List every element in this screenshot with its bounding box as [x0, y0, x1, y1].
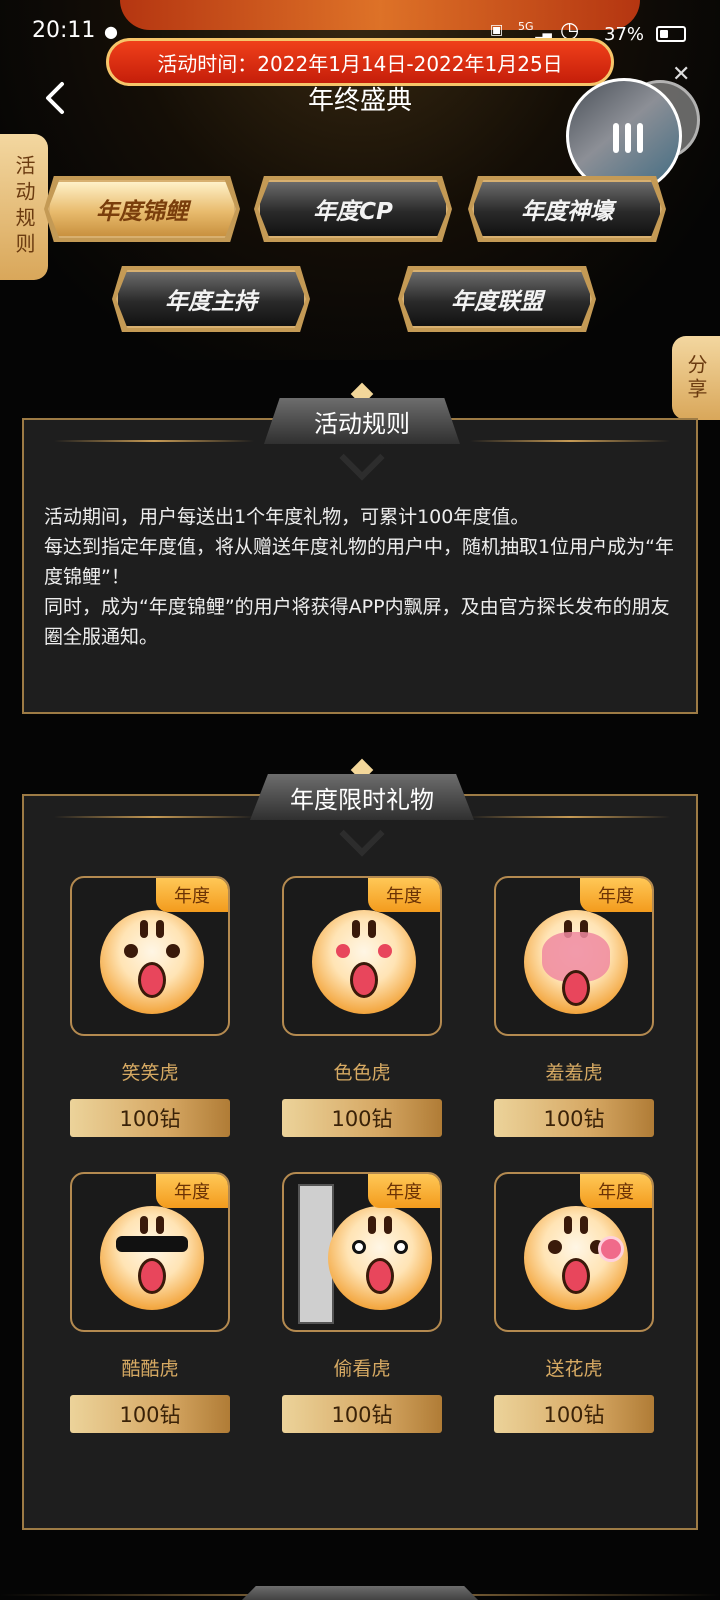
gift-price[interactable]: 100钻: [494, 1099, 654, 1137]
annual-badge: 年度: [580, 878, 652, 912]
rules-line: 同时，成为“年度锦鲤”的用户将获得APP内飘屏，及由官方探长发布的朋友圈全服通知…: [44, 596, 670, 648]
panel-ornament-line: [54, 440, 254, 442]
gift-item[interactable]: 年度 偷看虎 100钻: [282, 1172, 442, 1433]
flower-icon: [598, 1236, 624, 1262]
panel-ornament-line: [470, 816, 670, 818]
close-icon[interactable]: ✕: [672, 62, 690, 87]
next-section-header: [236, 1586, 484, 1600]
gift-price[interactable]: 100钻: [70, 1395, 230, 1433]
rules-line: 每达到指定年度值，将从赠送年度礼物的用户中，随机抽取1位用户成为“年度锦鲤”！: [44, 536, 674, 588]
annual-badge: 年度: [368, 1174, 440, 1208]
tab-tycoon[interactable]: 年度神壕: [472, 180, 662, 238]
tab-cp[interactable]: 年度CP: [258, 180, 448, 238]
gift-card[interactable]: 年度: [494, 1172, 654, 1332]
gift-item[interactable]: 年度 羞羞虎 100钻: [494, 876, 654, 1137]
side-share-label: 分享: [684, 354, 708, 402]
tab-host[interactable]: 年度主持: [116, 270, 306, 328]
peeking-tiger-icon: [328, 1206, 432, 1310]
gift-item[interactable]: 年度 酷酷虎 100钻: [70, 1172, 230, 1433]
annual-badge: 年度: [156, 878, 228, 912]
battery-level: [660, 30, 669, 38]
gift-price[interactable]: 100钻: [282, 1395, 442, 1433]
laughing-tiger-icon: [100, 910, 204, 1014]
annual-badge: 年度: [156, 1174, 228, 1208]
gift-price[interactable]: 100钻: [282, 1099, 442, 1137]
gift-item[interactable]: 年度 送花虎 100钻: [494, 1172, 654, 1433]
page-title: 年终盛典: [307, 86, 412, 116]
gift-card[interactable]: 年度: [282, 1172, 442, 1332]
sunglasses-tiger-icon: [100, 1206, 204, 1310]
tab-koi[interactable]: 年度锦鲤: [48, 180, 236, 238]
annual-badge: 年度: [580, 1174, 652, 1208]
gift-name: 送花虎: [545, 1358, 603, 1380]
annual-badge: 年度: [368, 878, 440, 912]
battery-percentage: 37%: [604, 24, 645, 45]
tab-alliance[interactable]: 年度联盟: [402, 270, 592, 328]
gift-name: 羞羞虎: [545, 1062, 603, 1084]
panel-ornament-line: [470, 440, 670, 442]
notification-icon: ●: [104, 22, 118, 41]
rules-panel: 活动规则 活动期间，用户每送出1个年度礼物，可累计100年度值。 每达到指定年度…: [22, 382, 698, 714]
shy-tiger-icon: [524, 910, 628, 1014]
gift-card[interactable]: 年度: [70, 1172, 230, 1332]
gifts-panel: 年度限时礼物 年度 笑笑虎 100钻 年度 色色虎 100钻 年度 羞羞虎 10…: [22, 758, 698, 1530]
gift-name: 色色虎: [333, 1062, 391, 1084]
pause-icon[interactable]: [613, 123, 643, 153]
gift-name: 偷看虎: [333, 1358, 391, 1380]
event-date-banner: 活动时间：2022年1月14日-2022年1月25日: [106, 38, 614, 86]
gift-name: 酷酷虎: [121, 1358, 179, 1380]
gift-name: 笑笑虎: [121, 1062, 179, 1084]
side-rules-button[interactable]: 活动规则: [0, 134, 48, 280]
flower-tiger-icon: [524, 1206, 628, 1310]
gift-price[interactable]: 100钻: [494, 1395, 654, 1433]
status-time: 20:11: [32, 18, 96, 43]
gift-price[interactable]: 100钻: [70, 1099, 230, 1137]
rules-line: 活动期间，用户每送出1个年度礼物，可累计100年度值。: [44, 506, 530, 528]
heart-eyes-tiger-icon: [312, 910, 416, 1014]
rules-text: 活动期间，用户每送出1个年度礼物，可累计100年度值。 每达到指定年度值，将从赠…: [44, 502, 680, 652]
panel-ornament-line: [54, 816, 254, 818]
chevron-left-icon: [46, 82, 64, 114]
gift-card[interactable]: 年度: [70, 876, 230, 1036]
gift-card[interactable]: 年度: [494, 876, 654, 1036]
hd-icon: ▣: [490, 22, 504, 38]
gift-card[interactable]: 年度: [282, 876, 442, 1036]
gift-item[interactable]: 年度 笑笑虎 100钻: [70, 876, 230, 1137]
battery-icon: [656, 26, 686, 42]
back-button[interactable]: [36, 78, 76, 118]
gift-item[interactable]: 年度 色色虎 100钻: [282, 876, 442, 1137]
side-share-button[interactable]: 分享: [672, 336, 720, 420]
side-rules-label: 活动规则: [12, 155, 36, 259]
